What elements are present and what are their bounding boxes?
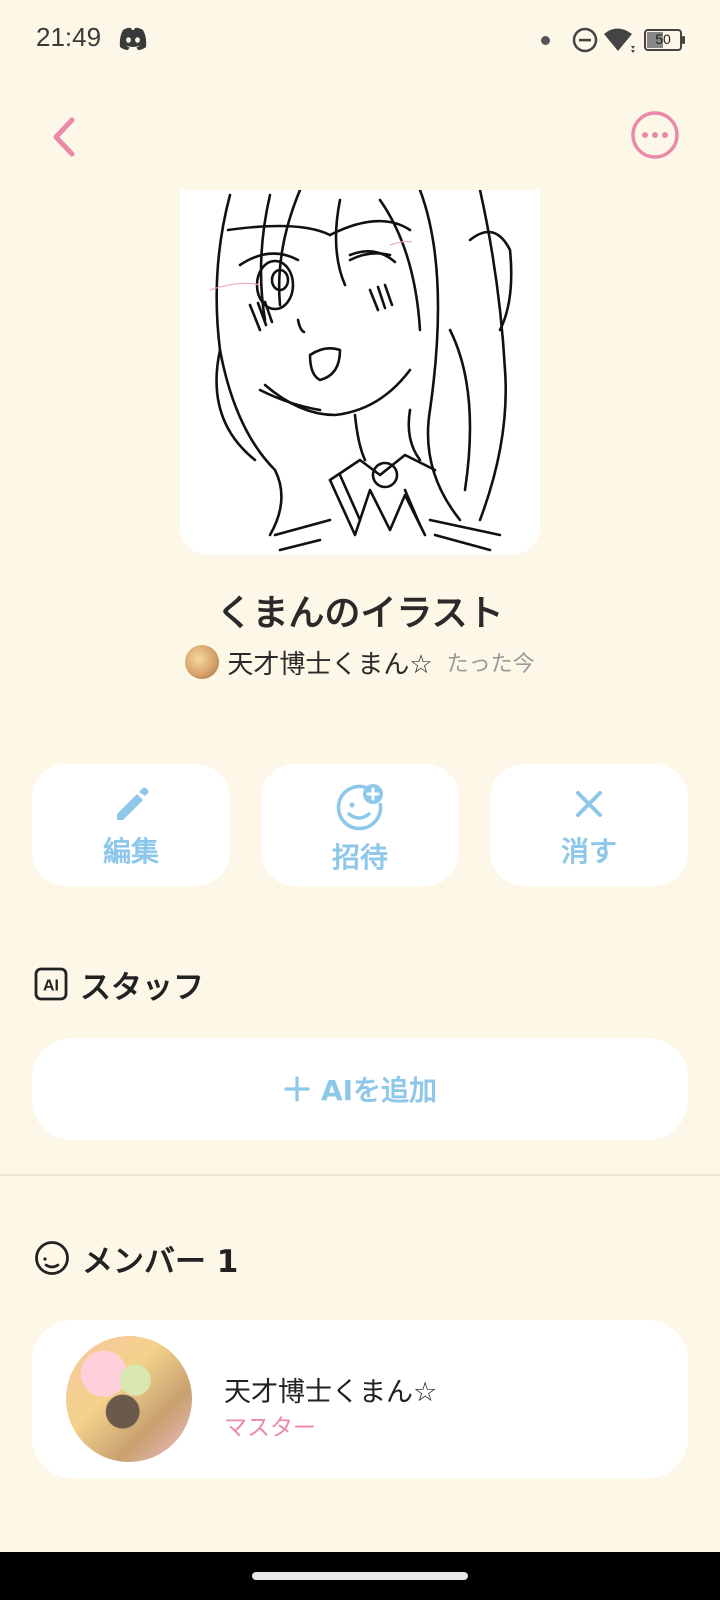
staff-section-header: AI スタッフ [34,964,204,1006]
member-name: 天才博士くまん☆ [224,1377,438,1408]
svg-text:AI: AI [43,978,59,995]
invite-label: 招待 [331,841,388,874]
divider [0,1174,720,1176]
smile-icon [35,1241,69,1275]
edit-button[interactable]: 編集 [32,764,230,886]
add-ai-button[interactable]: AIを追加 [32,1038,688,1140]
back-button[interactable] [44,112,84,162]
owner-line[interactable]: 天才博士くまん☆ たった今 [0,642,720,682]
pencil-icon [117,787,149,820]
more-button[interactable] [630,110,680,160]
list-item[interactable]: 天才博士くまん☆ マスター [32,1320,688,1478]
more-horizontal-icon [631,111,679,159]
staff-title: スタッフ [80,969,204,1006]
invite-button[interactable]: 招待 [261,764,459,886]
notification-dot-icon [541,36,550,45]
close-icon [576,791,602,817]
battery-level: 50 [655,31,671,47]
delete-label: 消す [560,835,617,868]
home-handle[interactable] [252,1572,468,1580]
ai-badge-icon: AI [34,967,68,1001]
members-title: メンバー 1 [82,1243,239,1280]
member-role: マスター [224,1415,316,1441]
add-ai-label: AIを追加 [320,1074,438,1107]
add-person-icon [336,784,383,831]
delete-button[interactable]: 消す [490,764,688,886]
discord-icon [119,27,147,50]
room-title: くまんのイラスト [216,593,504,634]
sketch-illustration [209,190,513,552]
wifi-icon [604,28,635,53]
members-section-header: メンバー 1 [34,1238,239,1280]
do-not-disturb-icon [572,27,598,53]
plus-icon [284,1076,310,1102]
status-time: 21:49 [36,22,102,52]
owner-name: 天才博士くまん☆ [227,649,433,680]
avatar [66,1336,192,1462]
timestamp: たった今 [446,652,535,677]
chevron-left-icon [53,117,75,157]
avatar [185,645,220,679]
edit-label: 編集 [102,835,159,868]
cover-illustration [180,190,540,555]
status-bar: 21:49 50 [0,0,720,80]
